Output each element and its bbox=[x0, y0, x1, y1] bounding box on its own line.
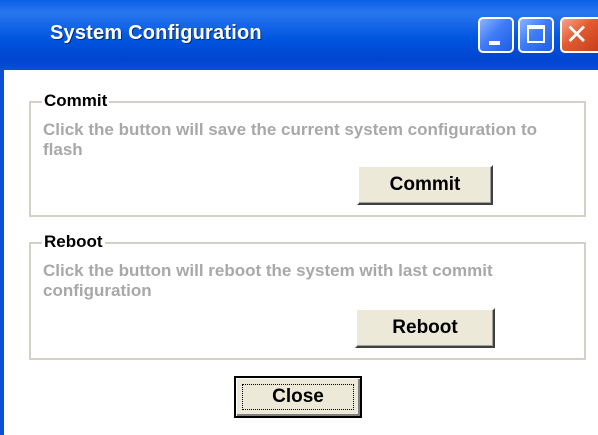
system-configuration-window: System Configuration ✕ Commit Click the … bbox=[0, 0, 598, 435]
window-close-button[interactable]: ✕ bbox=[560, 17, 598, 53]
title-bar[interactable]: System Configuration ✕ bbox=[0, 0, 598, 70]
close-icon: ✕ bbox=[565, 19, 589, 50]
commit-group: Commit Click the button will save the cu… bbox=[29, 91, 586, 217]
reboot-group: Reboot Click the button will reboot the … bbox=[29, 232, 586, 360]
commit-description: Click the button will save the current s… bbox=[43, 120, 538, 159]
minimize-icon bbox=[489, 41, 500, 45]
reboot-group-legend: Reboot bbox=[42, 232, 105, 252]
commit-button[interactable]: Commit bbox=[357, 165, 493, 205]
maximize-icon bbox=[527, 25, 545, 43]
close-button-label: Close bbox=[272, 386, 324, 407]
maximize-button[interactable] bbox=[518, 17, 554, 53]
reboot-description: Click the button will reboot the system … bbox=[43, 261, 493, 300]
window-left-border bbox=[0, 70, 4, 435]
reboot-button[interactable]: Reboot bbox=[355, 308, 495, 348]
minimize-button[interactable] bbox=[478, 17, 514, 53]
commit-group-legend: Commit bbox=[42, 91, 110, 111]
window-title: System Configuration bbox=[50, 22, 262, 44]
close-button[interactable]: Close bbox=[234, 376, 362, 418]
